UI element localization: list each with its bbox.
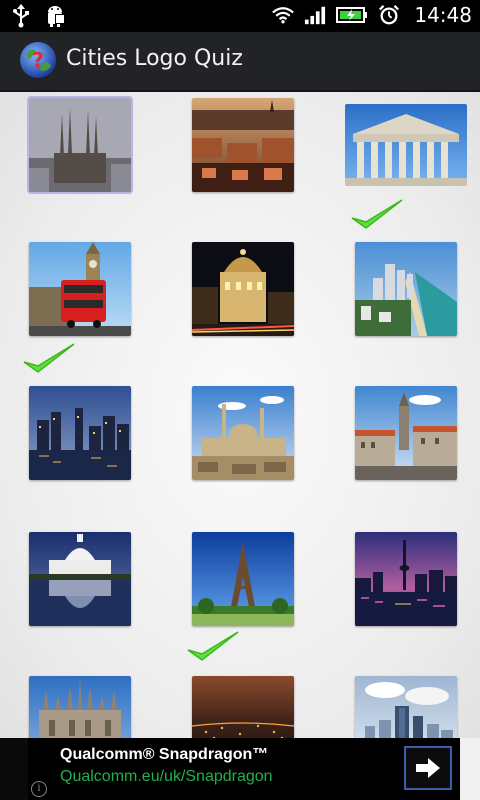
status-time: 14:48 [414,3,472,27]
signal-icon [304,3,326,27]
tile-washington[interactable] [29,532,131,626]
ad-open-button[interactable] [404,746,452,790]
battery-icon [336,3,368,27]
tile-barcelona[interactable] [29,98,131,192]
arrow-right-icon [416,758,440,778]
wifi-icon [272,3,295,27]
tile-skyscrapers[interactable] [355,676,457,738]
tile-toronto[interactable] [355,532,457,626]
check-icon [187,631,239,661]
tile-paris[interactable] [192,532,294,626]
usb-icon [10,4,32,28]
tile-city-night[interactable] [192,676,294,738]
ad-info-button[interactable]: i [28,778,50,800]
tile-athens[interactable] [345,104,467,186]
app-title: Cities Logo Quiz [66,46,243,71]
tile-madrid[interactable] [192,242,294,336]
check-icon [351,199,403,229]
tile-edinburgh[interactable] [192,98,294,192]
city-grid [0,92,480,738]
status-bar: 14:48 [0,0,480,32]
check-icon [23,343,75,373]
tile-munich[interactable] [355,386,457,480]
svg-text:?: ? [32,48,44,72]
globe-question-icon[interactable]: ? [18,40,58,80]
ad-link[interactable]: Qualcomm.eu/uk/Snapdragon [60,768,273,786]
app-bar: ? Cities Logo Quiz [0,32,480,92]
ad-title[interactable]: Qualcomm® Snapdragon™ [60,746,268,764]
tile-chicago[interactable] [29,386,131,480]
ad-banner[interactable]: Qualcomm® Snapdragon™ Qualcomm.eu/uk/Sna… [28,738,460,800]
tile-london[interactable] [29,242,131,336]
ad-side-strip [0,738,28,800]
alarm-icon [378,3,400,27]
android-debug-icon [44,4,66,28]
tile-cairo[interactable] [192,386,294,480]
tile-milan[interactable] [29,676,131,738]
info-icon: i [31,781,47,797]
tile-miami[interactable] [355,242,457,336]
